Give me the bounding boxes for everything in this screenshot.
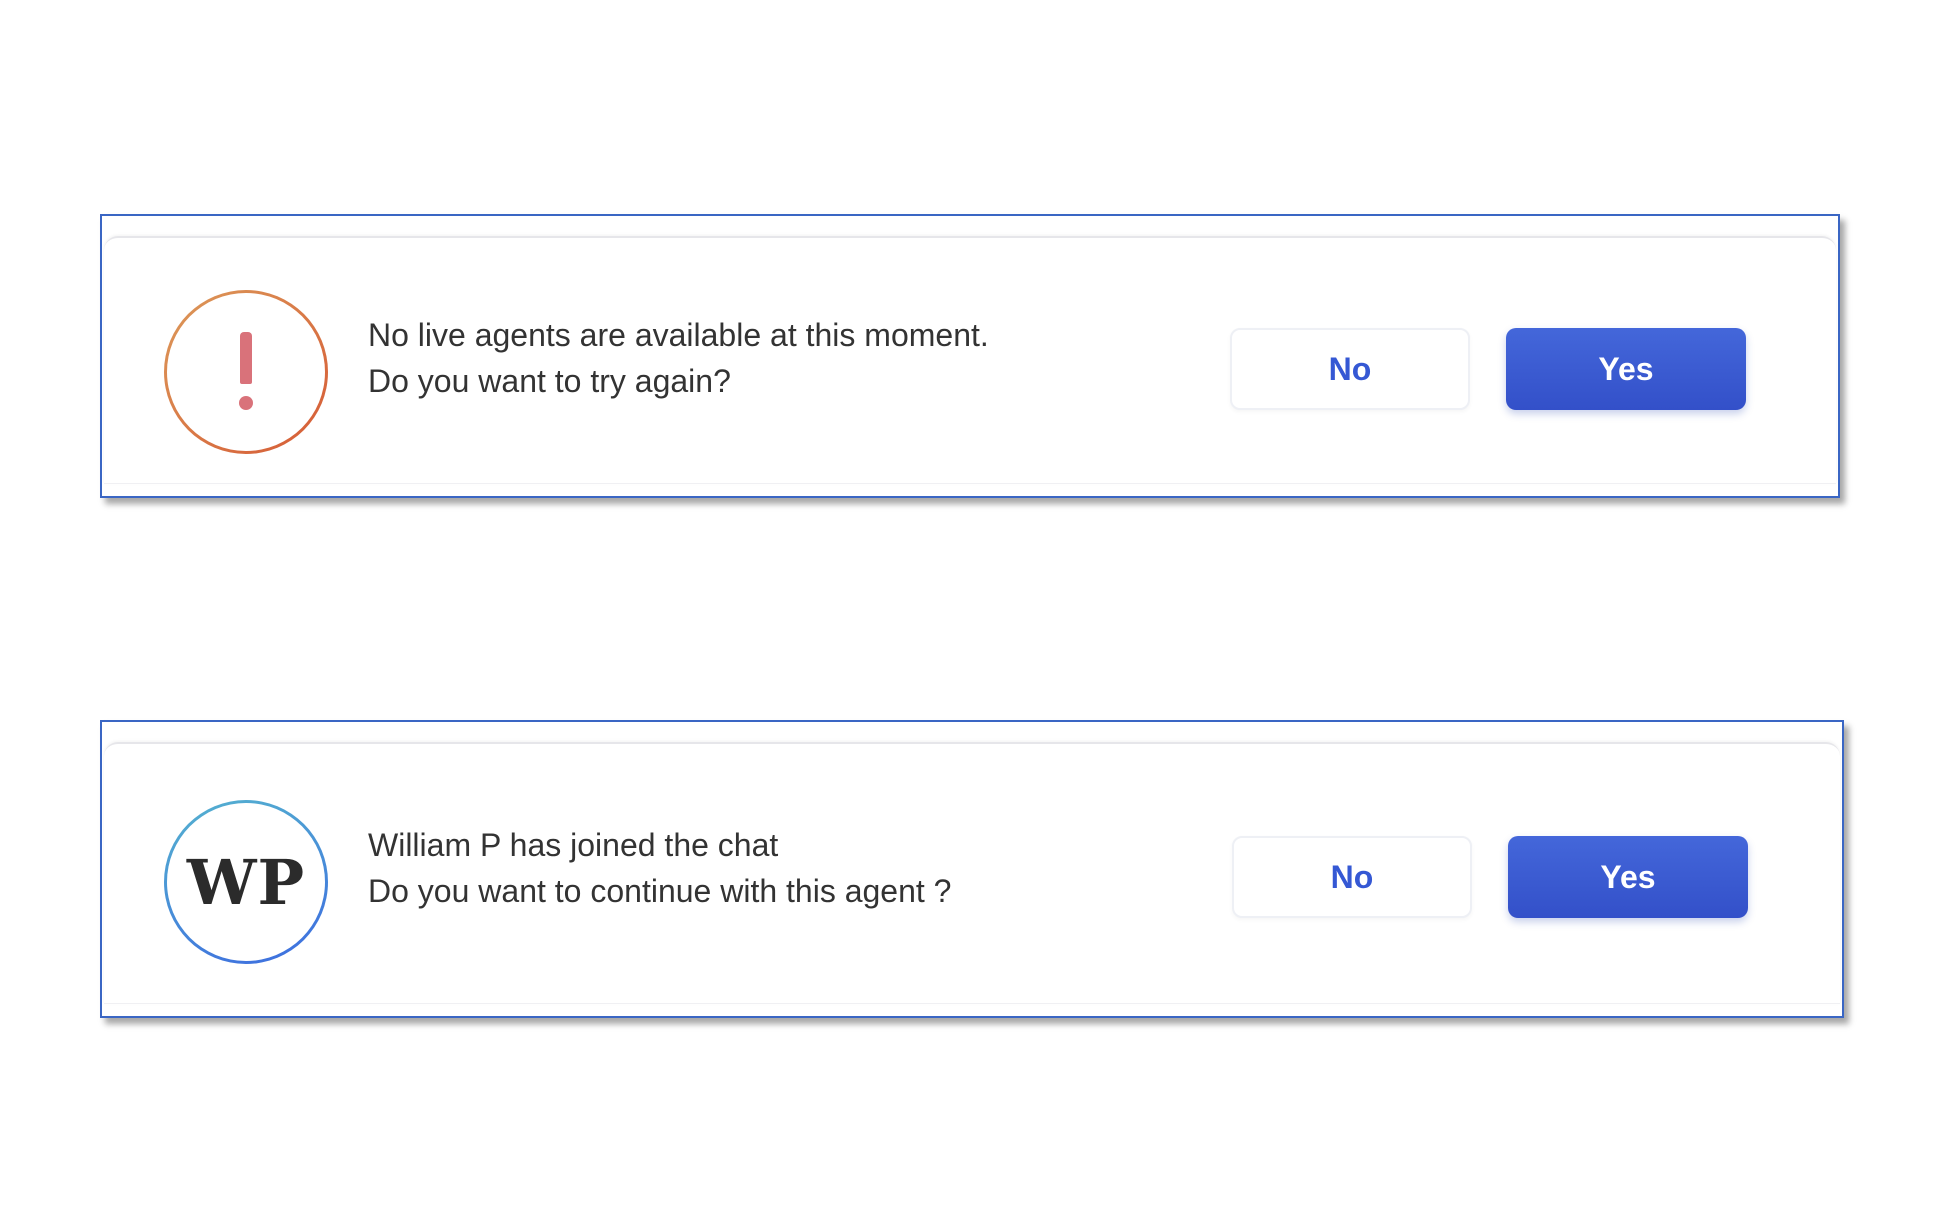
avatar-initials: WP — [186, 845, 306, 919]
warning-ring — [164, 290, 328, 454]
no-button[interactable]: No — [1232, 836, 1472, 918]
message-line-1: William P has joined the chat — [368, 827, 779, 863]
no-agents-dialog: No live agents are available at this mom… — [100, 214, 1840, 498]
no-button[interactable]: No — [1230, 328, 1470, 410]
warning-disc — [167, 293, 325, 451]
avatar-disc: WP — [167, 803, 325, 961]
message-line-2: Do you want to try again? — [368, 363, 731, 399]
yes-button[interactable]: Yes — [1506, 328, 1746, 410]
exclamation-icon — [237, 332, 255, 412]
dialog-message: William P has joined the chat Do you wan… — [368, 822, 951, 914]
agent-joined-dialog: WP William P has joined the chat Do you … — [100, 720, 1844, 1018]
message-line-2: Do you want to continue with this agent … — [368, 873, 952, 909]
dialog-message: No live agents are available at this mom… — [368, 312, 989, 404]
yes-button[interactable]: Yes — [1508, 836, 1748, 918]
message-line-1: No live agents are available at this mom… — [368, 317, 989, 353]
avatar: WP — [164, 800, 328, 964]
